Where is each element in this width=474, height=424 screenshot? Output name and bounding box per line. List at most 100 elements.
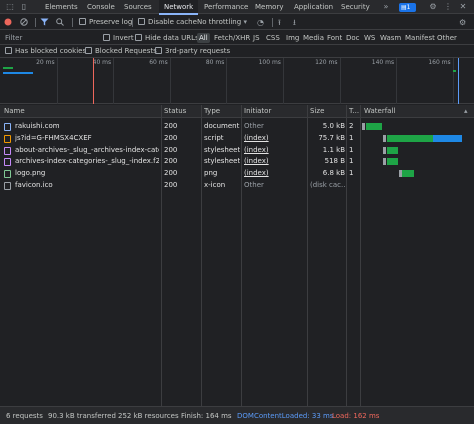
timeline-gridline [56, 58, 58, 104]
tab-performance[interactable]: Performance [204, 0, 248, 14]
timeline-tick-label: 80 ms [205, 59, 225, 66]
request-initiator: Other [244, 181, 264, 189]
request-count: 6 requests [6, 412, 43, 420]
timeline-tick-label: 120 ms [315, 59, 338, 66]
type-filter-js[interactable]: JS [251, 33, 262, 43]
network-status-bar: 6 requests 90.3 kB transferred 252 kB re… [0, 406, 474, 424]
has-blocked-cookies-label: Has blocked cookies [15, 47, 87, 55]
table-row[interactable]: about-archives-_slug_-archives-index-cat… [0, 145, 474, 157]
stylesheet-icon [4, 158, 11, 167]
timeline-tick-label: 60 ms [149, 59, 168, 66]
request-initiator[interactable]: (index) [244, 145, 306, 157]
export-har-icon[interactable]: ⭳ [293, 15, 296, 30]
request-initiator[interactable]: (index) [244, 156, 306, 168]
request-initiator[interactable]: (index) [244, 133, 306, 145]
import-har-icon[interactable]: ⭱ [278, 15, 281, 30]
tab-network[interactable]: Network [159, 0, 199, 15]
type-filter-media[interactable]: Media [301, 33, 326, 43]
request-size: 75.7 kB [318, 133, 345, 142]
tab-sources[interactable]: Sources [124, 0, 152, 14]
tab-memory[interactable]: Memory [255, 0, 283, 14]
request-table-header: Name Status Type Initiator Size T... Wat… [0, 105, 474, 118]
type-filter-other[interactable]: Other [435, 33, 459, 43]
filter-input[interactable]: Filter [5, 31, 22, 45]
type-filter-all[interactable]: All [197, 33, 210, 43]
request-initiator: Other [244, 122, 264, 130]
issues-badge[interactable]: ▤1 [399, 3, 416, 12]
request-name: logo.png [15, 169, 46, 178]
waterfall-bar [362, 123, 365, 130]
more-options-icon[interactable]: ⋮ [443, 0, 453, 14]
type-filter-ws[interactable]: WS [362, 33, 377, 43]
column-header-initiator[interactable]: Initiator [244, 105, 306, 118]
third-party-checkbox[interactable]: 3rd-party requests [155, 45, 230, 58]
throttling-value: No throttling [197, 18, 242, 26]
waterfall-bar [387, 146, 398, 154]
type-filter-css[interactable]: CSS [264, 33, 282, 43]
timeline-gridline [169, 58, 171, 104]
device-toolbar-icon[interactable]: ▯ [18, 0, 30, 14]
inspect-element-icon[interactable]: ⬚ [4, 0, 16, 14]
tab-security[interactable]: Security [341, 0, 370, 14]
settings-gear-icon[interactable]: ⚙ [428, 0, 438, 14]
table-row[interactable]: js?id=G-FHMSX4CXEF 200 script (index) 75.7 k… [0, 133, 474, 145]
type-filter-font[interactable]: Font [325, 33, 344, 43]
type-filter-img[interactable]: Img [284, 33, 301, 43]
throttling-select[interactable]: No throttling ▾ [197, 15, 247, 30]
column-header-status[interactable]: Status [164, 105, 200, 118]
preserve-log-checkbox[interactable]: Preserve log [79, 15, 132, 30]
search-icon[interactable] [56, 15, 66, 30]
request-name: archives-index-categories-_slug_-index.f… [15, 157, 159, 166]
column-header-type[interactable]: Type [204, 105, 240, 118]
timeline-gridline [339, 58, 341, 104]
network-settings-icon[interactable]: ⚙ [459, 15, 466, 30]
column-header-time[interactable]: T... [349, 105, 359, 118]
invert-checkbox[interactable]: Invert [103, 31, 134, 45]
type-filter-fetch-xhr[interactable]: Fetch/XHR [212, 33, 252, 43]
network-conditions-icon[interactable]: ◔ [257, 15, 264, 30]
blocked-requests-checkbox[interactable]: Blocked Requests [85, 45, 157, 58]
overview-activity-bar [452, 70, 456, 72]
blocked-requests-label: Blocked Requests [95, 47, 157, 55]
filter-icon[interactable] [40, 15, 50, 30]
resources-size: 252 kB resources [118, 412, 179, 420]
type-filter-manifest[interactable]: Manifest [403, 33, 437, 43]
request-status: 200 [164, 122, 178, 130]
close-devtools-icon[interactable]: ✕ [458, 0, 468, 14]
has-blocked-cookies-checkbox[interactable]: Has blocked cookies [5, 45, 86, 58]
timeline-gridline [113, 58, 115, 104]
hide-data-urls-checkbox[interactable]: Hide data URLs [135, 31, 199, 45]
request-status: 200 [164, 157, 178, 166]
type-filter-wasm[interactable]: Wasm [378, 33, 403, 43]
tab-application[interactable]: Application [294, 0, 333, 14]
request-name: about-archives-_slug_-archives-index-cat… [15, 145, 159, 154]
overview-timeline[interactable]: 20 ms 40 ms 60 ms 80 ms 100 ms 120 ms 140 ms 16… [0, 58, 474, 104]
request-size: 518 B [324, 157, 345, 166]
table-row[interactable]: favicon.ico 200 x-icon Other (disk cac... [0, 180, 474, 192]
disable-cache-checkbox[interactable]: Disable cache [138, 15, 197, 30]
column-header-waterfall[interactable]: Waterfall [364, 105, 464, 118]
tab-elements[interactable]: Elements [45, 0, 78, 14]
timeline-gridline [396, 58, 398, 104]
table-row[interactable]: logo.png 200 png (index) 6.8 kB 1 [0, 168, 474, 180]
waterfall-bar [402, 170, 414, 178]
domcontentloaded-time: DOMContentLoaded: 33 ms [237, 412, 334, 420]
waterfall-bar [387, 134, 433, 142]
more-tabs-button[interactable]: » [381, 0, 391, 14]
finish-time: Finish: 164 ms [181, 412, 232, 420]
request-type: script [204, 133, 224, 142]
column-header-size[interactable]: Size [310, 105, 346, 118]
request-size: 5.0 kB [322, 122, 345, 130]
type-filter-doc[interactable]: Doc [344, 33, 362, 43]
table-row[interactable]: rakuishi.com 200 document Other 5.0 kB 2 [0, 121, 474, 133]
record-icon[interactable] [4, 15, 14, 30]
table-row[interactable]: archives-index-categories-_slug_-index.f… [0, 156, 474, 168]
column-header-name[interactable]: Name [4, 105, 159, 118]
third-party-label: 3rd-party requests [165, 47, 231, 55]
request-name: js?id=G-FHMSX4CXEF [15, 133, 92, 142]
tab-console[interactable]: Console [87, 0, 115, 14]
clear-icon[interactable] [20, 15, 30, 30]
file-icon [4, 182, 11, 190]
checkbox-icon [155, 46, 162, 54]
request-initiator[interactable]: (index) [244, 168, 306, 180]
